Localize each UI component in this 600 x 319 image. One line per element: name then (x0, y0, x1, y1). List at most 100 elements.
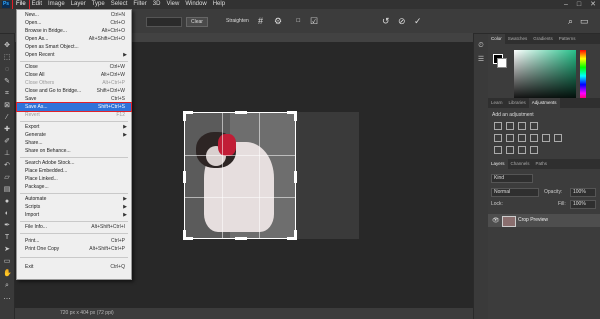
menu-item-close-go-bridge[interactable]: Close and Go to Bridge... Shift+Ctrl+W (17, 87, 131, 95)
menu-item-print-one-copy[interactable]: Print One Copy Alt+Shift+Ctrl+P (17, 245, 131, 253)
menu-select[interactable]: Select (108, 0, 131, 9)
tab-paths[interactable]: Paths (533, 159, 551, 169)
menu-item-save-as[interactable]: Save As... Shift+Ctrl+S (16, 102, 132, 112)
photo-filter-adjustment-icon[interactable] (542, 134, 550, 142)
layer-row[interactable]: 👁 Crop Preview (488, 214, 600, 227)
menu-item-search-stock[interactable]: Search Adobe Stock... (17, 159, 131, 167)
path-select-icon[interactable]: ➤ (3, 246, 11, 254)
menu-item-open-smart-object[interactable]: Open as Smart Object... (17, 43, 131, 51)
channel-mixer-adjustment-icon[interactable] (554, 134, 562, 142)
tab-color[interactable]: Color (488, 34, 505, 44)
tab-patterns[interactable]: Patterns (556, 34, 579, 44)
bw-adjustment-icon[interactable] (530, 134, 538, 142)
exposure-adjustment-icon[interactable] (530, 122, 538, 130)
menu-item-print[interactable]: Print... Ctrl+P (17, 237, 131, 245)
invert-adjustment-icon[interactable] (494, 146, 502, 154)
tab-libraries[interactable]: Libraries (506, 98, 529, 108)
frame-tool-icon[interactable]: ⊠ (3, 102, 11, 110)
settings-gear-icon[interactable]: ⚙ (274, 17, 282, 26)
crop-handle-left[interactable] (183, 171, 186, 183)
menu-item-save[interactable]: Save Ctrl+S (17, 95, 131, 103)
hand-tool-icon[interactable]: ✋ (3, 270, 12, 278)
overlay-grid-icon[interactable]: # (258, 17, 263, 26)
color-picker-field[interactable] (514, 50, 576, 102)
close-icon[interactable]: ✕ (590, 0, 596, 9)
menu-help[interactable]: Help (210, 0, 228, 9)
menu-edit[interactable]: Edit (29, 0, 45, 9)
posterize-adjustment-icon[interactable] (506, 146, 514, 154)
menu-item-open-as[interactable]: Open As... Alt+Shift+Ctrl+O (17, 35, 131, 43)
history-panel-icon[interactable]: ⏲ (477, 42, 485, 50)
menu-item-share[interactable]: Share... (17, 139, 131, 147)
hue-slider[interactable] (580, 50, 586, 102)
fill-field[interactable]: 100% (570, 200, 596, 209)
history-brush-icon[interactable]: ↶ (3, 162, 11, 170)
opacity-field[interactable]: 100% (570, 188, 596, 197)
more-tools-icon[interactable]: ⋯ (3, 296, 11, 304)
background-color-swatch[interactable] (497, 58, 507, 68)
curves-adjustment-icon[interactable] (518, 122, 526, 130)
menu-item-automate[interactable]: Automate ▶ (17, 195, 131, 203)
kind-filter-select[interactable]: Kind (491, 174, 533, 183)
content-aware-checkbox[interactable]: ☑ (310, 17, 318, 26)
menu-type[interactable]: Type (89, 0, 108, 9)
hue-sat-adjustment-icon[interactable] (506, 134, 514, 142)
tab-learn[interactable]: Learn (488, 98, 506, 108)
menu-item-place-linked[interactable]: Place Linked... (17, 175, 131, 183)
menu-item-scripts[interactable]: Scripts ▶ (17, 203, 131, 211)
crop-handle-top[interactable] (235, 111, 247, 114)
stamp-tool-icon[interactable]: ⊥ (3, 150, 11, 158)
move-tool-icon[interactable]: ✥ (3, 42, 11, 50)
menu-item-exit[interactable]: Exit Ctrl+Q (17, 263, 131, 271)
commit-check-icon[interactable]: ✓ (414, 17, 422, 26)
delete-cropped-checkbox[interactable]: ☐ (296, 18, 300, 24)
menu-item-open[interactable]: Open... Ctrl+O (17, 19, 131, 27)
tab-adjustments[interactable]: Adjustments (528, 98, 560, 108)
menu-image[interactable]: Image (45, 0, 68, 9)
vibrance-adjustment-icon[interactable] (494, 134, 502, 142)
menu-item-open-recent[interactable]: Open Recent ▶ (17, 51, 131, 59)
shape-tool-icon[interactable]: ▭ (3, 258, 11, 266)
reset-icon[interactable]: ↺ (382, 17, 390, 26)
crop-handle-bottom-right[interactable] (294, 230, 297, 240)
workspace-icon[interactable]: ▭ (580, 17, 589, 26)
menu-item-generate[interactable]: Generate ▶ (17, 131, 131, 139)
maximize-icon[interactable]: □ (577, 0, 581, 9)
blur-tool-icon[interactable]: ● (3, 198, 11, 206)
brightness-adjustment-icon[interactable] (494, 122, 502, 130)
tab-swatches[interactable]: Swatches (505, 34, 531, 44)
healing-tool-icon[interactable]: ✚ (3, 126, 11, 134)
menu-item-import[interactable]: Import ▶ (17, 211, 131, 219)
eraser-tool-icon[interactable]: ▱ (3, 174, 11, 182)
blend-mode-select[interactable]: Normal (491, 188, 539, 197)
eyedropper-tool-icon[interactable]: ⁄ (3, 114, 11, 122)
crop-handle-top-right[interactable] (294, 111, 297, 121)
menu-filter[interactable]: Filter (130, 0, 149, 9)
menu-item-share-behance[interactable]: Share on Behance... (17, 147, 131, 155)
crop-box[interactable] (183, 111, 297, 240)
minimize-icon[interactable]: – (564, 0, 568, 9)
menu-window[interactable]: Window (182, 0, 209, 9)
levels-adjustment-icon[interactable] (506, 122, 514, 130)
menu-view[interactable]: View (163, 0, 182, 9)
properties-panel-icon[interactable]: ☰ (477, 56, 485, 64)
menu-item-close[interactable]: Close Ctrl+W (17, 63, 131, 71)
menu-item-close-others[interactable]: Close Others Alt+Ctrl+P (17, 79, 131, 87)
tab-channels[interactable]: Channels (508, 159, 533, 169)
marquee-tool-icon[interactable]: ⬚ (3, 54, 11, 62)
lasso-tool-icon[interactable]: ◌ (3, 66, 11, 74)
type-tool-icon[interactable]: T (3, 234, 11, 242)
gradient-tool-icon[interactable]: ▤ (3, 186, 11, 194)
gradient-map-adjustment-icon[interactable] (530, 146, 538, 154)
straighten-label[interactable]: Straighten (226, 18, 249, 24)
eye-icon[interactable]: 👁 (492, 217, 500, 224)
menu-item-file-info[interactable]: File Info... Alt+Shift+Ctrl+I (17, 223, 131, 231)
crop-handle-right[interactable] (294, 171, 297, 183)
tab-layers[interactable]: Layers (488, 159, 508, 169)
menu-item-revert[interactable]: Revert F12 (17, 111, 131, 119)
clear-button[interactable]: Clear (186, 17, 208, 27)
crop-handle-bottom[interactable] (235, 237, 247, 240)
crop-handle-bottom-left[interactable] (183, 230, 186, 240)
menu-item-export[interactable]: Export ▶ (17, 123, 131, 131)
crop-handle-top-left[interactable] (183, 111, 186, 121)
